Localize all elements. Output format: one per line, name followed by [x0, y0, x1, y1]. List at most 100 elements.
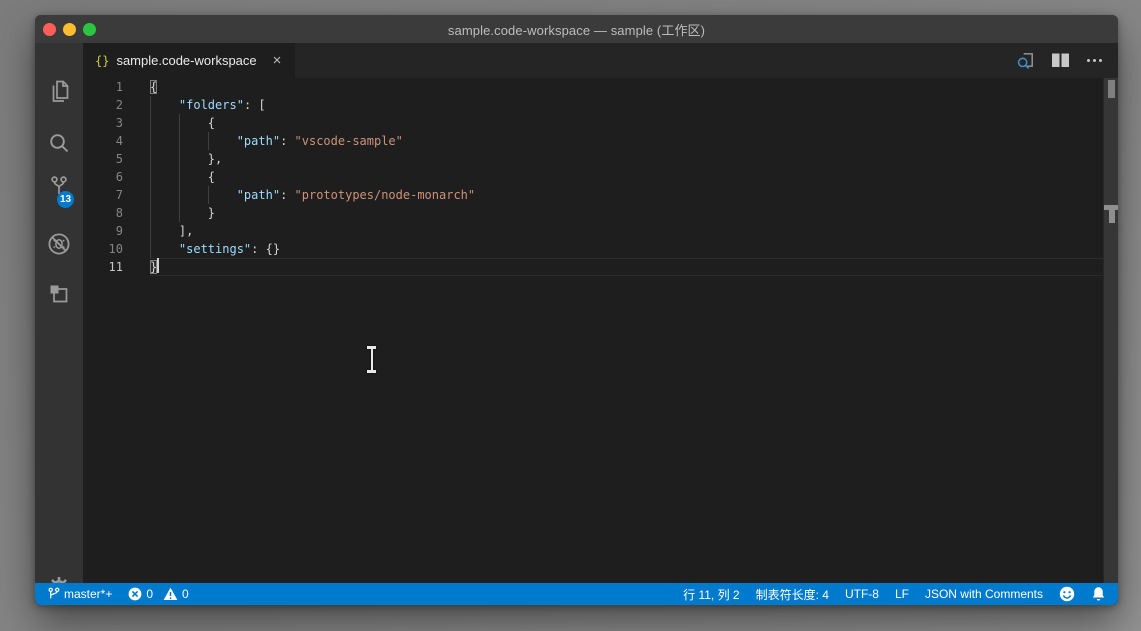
debug-icon: [48, 233, 70, 255]
code-line[interactable]: 11}: [83, 258, 1103, 276]
code-token: :: [280, 188, 295, 202]
open-preview-button[interactable]: [1016, 51, 1036, 71]
close-window-button[interactable]: [43, 22, 56, 36]
warning-icon: [163, 587, 178, 600]
indent-guide: [178, 204, 180, 222]
cursor-position-status[interactable]: 行 11, 列 2: [683, 586, 739, 603]
code-token: {: [150, 170, 216, 184]
indent-guide: [178, 186, 180, 204]
sidebar-item-source-control[interactable]: 13: [35, 169, 83, 208]
git-branch-icon: [48, 587, 60, 599]
code-token: "path": [236, 134, 281, 148]
code-text: }: [150, 258, 1103, 276]
feedback-button[interactable]: [1059, 586, 1075, 602]
indent-guide: [150, 186, 151, 204]
language-mode-status[interactable]: JSON with Comments: [925, 587, 1043, 601]
ellipsis-icon: [1086, 59, 1102, 62]
code-text: "folders": [: [150, 96, 1103, 114]
tab-label: sample.code-workspace: [116, 53, 257, 68]
code-line[interactable]: 2 "folders": [: [83, 96, 1103, 114]
code-line[interactable]: 7 "path": "prototypes/node-monarch": [83, 186, 1103, 204]
sidebar-item-explorer[interactable]: [35, 73, 83, 109]
error-count: 0: [146, 587, 154, 601]
line-number: 10: [108, 242, 123, 256]
code-token: ],: [150, 224, 194, 238]
tab-bar: {} sample.code-workspace ×: [83, 43, 1118, 78]
indent-guide: [178, 114, 180, 132]
code-line[interactable]: 9 ],: [83, 222, 1103, 240]
indent-guide: [207, 132, 209, 150]
status-bar-left: master*+ 0 0: [47, 587, 189, 601]
code-line[interactable]: 10 "settings": {}: [83, 240, 1103, 258]
code-token: },: [150, 152, 223, 166]
code-text: {: [150, 78, 1103, 96]
code-token: :: [280, 134, 295, 148]
code-line[interactable]: 5 },: [83, 150, 1103, 168]
scrollbar-thumb[interactable]: [1108, 80, 1115, 98]
zoom-window-button[interactable]: [83, 22, 96, 36]
code-line[interactable]: 1{: [83, 78, 1103, 96]
line-number: 3: [115, 116, 123, 130]
bracket-match: }: [150, 260, 158, 274]
code-line[interactable]: 3 {: [83, 114, 1103, 132]
more-actions-button[interactable]: [1084, 51, 1104, 71]
line-number: 9: [115, 224, 123, 238]
line-number: 1: [115, 80, 123, 94]
indent-guide: [207, 186, 209, 204]
code-text: "path": "prototypes/node-monarch": [150, 186, 1103, 204]
code-line[interactable]: 6 {: [83, 168, 1103, 186]
code-token: : {}: [251, 242, 281, 256]
sidebar-item-debug[interactable]: [35, 226, 83, 262]
indent-guide: [150, 96, 151, 114]
title-bar: sample.code-workspace — sample (工作区): [35, 15, 1118, 43]
git-branch-status[interactable]: master*+: [47, 587, 112, 601]
indent-guide: [178, 132, 180, 150]
activity-bar: 13: [35, 43, 83, 597]
editor-actions: [1016, 43, 1118, 78]
text-cursor: [157, 258, 160, 273]
line-number: 7: [115, 188, 123, 202]
line-number: 8: [115, 206, 123, 220]
sidebar-item-extensions[interactable]: [35, 276, 83, 312]
code-token: }: [150, 206, 216, 220]
status-bar-right: 行 11, 列 2 制表符长度: 4 UTF-8 LF JSON with Co…: [683, 586, 1106, 603]
code-token: "settings": [178, 242, 252, 256]
code-token: : [: [243, 98, 266, 112]
code-token: "path": [236, 188, 281, 202]
files-icon: [52, 80, 69, 102]
indentation-status[interactable]: 制表符长度: 4: [756, 586, 829, 603]
close-tab-icon[interactable]: ×: [269, 53, 285, 68]
code-line[interactable]: 8 }: [83, 204, 1103, 222]
minimize-window-button[interactable]: [63, 22, 76, 36]
preview-search-icon: [1017, 53, 1033, 70]
code-text: {: [150, 168, 1103, 186]
tab-sample-code-workspace[interactable]: {} sample.code-workspace ×: [83, 43, 295, 78]
bell-icon: [1092, 587, 1105, 601]
window-title: sample.code-workspace — sample (工作区): [447, 22, 706, 38]
encoding-status[interactable]: UTF-8: [845, 587, 879, 601]
eol-status[interactable]: LF: [895, 587, 909, 601]
code-line[interactable]: 4 "path": "vscode-sample": [83, 132, 1103, 150]
notifications-button[interactable]: [1091, 586, 1106, 602]
indent-guide: [150, 168, 151, 186]
source-control-badge: 13: [57, 191, 75, 208]
editor-pane[interactable]: 1{2 "folders": [3 {4 "path": "vscode-sam…: [83, 78, 1118, 583]
line-number: 6: [115, 170, 123, 184]
split-editor-button[interactable]: [1050, 51, 1070, 71]
line-number: 11: [108, 260, 123, 274]
code-text: ],: [150, 222, 1103, 240]
problems-status[interactable]: 0 0: [128, 587, 189, 601]
line-number: 2: [115, 98, 123, 112]
error-icon: [128, 587, 142, 601]
bracket-match: {: [150, 80, 158, 94]
sidebar-item-search[interactable]: [35, 125, 83, 161]
indent-guide: [150, 132, 151, 150]
indent-guide: [150, 204, 151, 222]
code-rows: 1{2 "folders": [3 {4 "path": "vscode-sam…: [83, 78, 1103, 276]
code-token: "prototypes/node-monarch": [294, 188, 476, 202]
editor-scrollbar[interactable]: [1103, 78, 1118, 583]
